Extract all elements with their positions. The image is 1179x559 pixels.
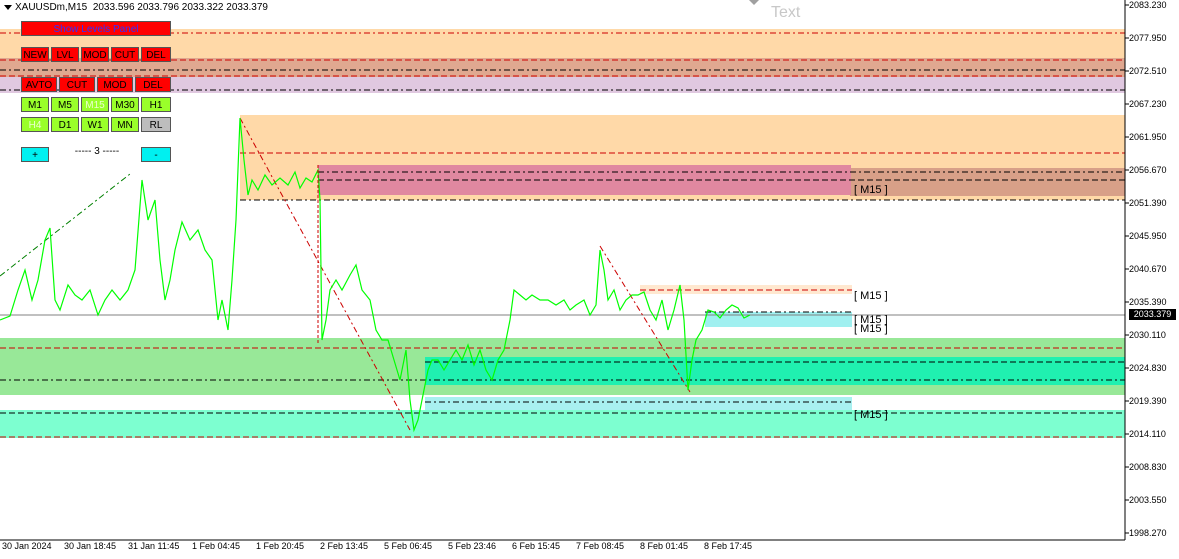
tf-m15-button[interactable]: M15	[81, 97, 109, 112]
demand-zone-teal	[425, 357, 1125, 385]
mod2-button[interactable]: MOD	[97, 77, 133, 92]
price-tick-label: 2003.550	[1129, 495, 1167, 505]
time-tick-label: 31 Jan 11:45	[128, 541, 180, 551]
show-levels-panel-button[interactable]: Show Levels Panel	[21, 21, 171, 36]
zone-label: [ M15 ]	[854, 409, 888, 421]
symbol-label: XAUUSDm,M15	[15, 2, 88, 13]
price-tick-label: 2061.950	[1129, 132, 1167, 142]
time-tick-label: 8 Feb 17:45	[704, 541, 753, 551]
plus-button[interactable]: +	[21, 147, 49, 162]
current-price-badge: 2033.379	[1129, 309, 1176, 320]
zone-label: [ M15 ]	[854, 323, 888, 335]
time-tick-label: 7 Feb 08:45	[576, 541, 625, 551]
price-tick-label: 2072.510	[1129, 66, 1167, 76]
cut-button[interactable]: CUT	[111, 47, 139, 62]
time-tick-label: 30 Jan 18:45	[64, 541, 117, 551]
mod-button[interactable]: MOD	[81, 47, 109, 62]
price-chart[interactable]	[0, 0, 1179, 559]
tf-mn-button[interactable]: MN	[111, 117, 139, 132]
time-tick-label: 2 Feb 13:45	[320, 541, 369, 551]
tf-w1-button[interactable]: W1	[81, 117, 109, 132]
time-tick-label: 30 Jan 2024	[2, 541, 52, 551]
price-tick-label: 2024.830	[1129, 363, 1167, 373]
new-button[interactable]: NEW	[21, 47, 49, 62]
del2-button[interactable]: DEL	[135, 77, 171, 92]
price-tick-label: 2019.390	[1129, 396, 1167, 406]
price-tick-label: 2030.110	[1129, 330, 1166, 340]
rl-button[interactable]: RL	[141, 117, 171, 132]
lvl-button[interactable]: LVL	[51, 47, 79, 62]
price-tick-label: 2035.390	[1129, 297, 1167, 307]
tf-h4-button[interactable]: H4	[21, 117, 49, 132]
tf-m5-button[interactable]: M5	[51, 97, 79, 112]
zone-label: [ M15 ]	[854, 290, 888, 302]
price-tick-label: 2067.230	[1129, 99, 1167, 109]
avto-button[interactable]: AVTO	[21, 77, 57, 92]
price-tick-label: 2051.390	[1129, 198, 1167, 208]
minus-button[interactable]: -	[141, 147, 171, 162]
chart-header: XAUUSDm,M15 2033.596 2033.796 2033.322 2…	[4, 2, 268, 13]
tf-m1-button[interactable]: M1	[21, 97, 49, 112]
tf-d1-button[interactable]: D1	[51, 117, 79, 132]
price-tick-label: 2056.670	[1129, 165, 1167, 175]
price-tick-label: 2008.830	[1129, 462, 1167, 472]
time-tick-label: 1 Feb 04:45	[192, 541, 241, 551]
price-tick-label: 2014.110	[1129, 429, 1166, 439]
demand-zone-cyan-small	[705, 312, 852, 327]
price-tick-label: 2045.950	[1129, 231, 1167, 241]
time-tick-label: 5 Feb 23:46	[448, 541, 497, 551]
level-counter: ----- 3 -----	[74, 146, 120, 157]
price-tick-label: 2083.230	[1129, 0, 1167, 10]
zone-label: [ M15 ]	[854, 184, 888, 196]
price-tick-label: 2040.670	[1129, 264, 1167, 274]
tf-m30-button[interactable]: M30	[111, 97, 139, 112]
time-tick-label: 5 Feb 06:45	[384, 541, 433, 551]
tf-h1-button[interactable]: H1	[141, 97, 171, 112]
ohlc-label: 2033.596 2033.796 2033.322 2033.379	[92, 2, 268, 13]
demand-zone-mint	[0, 410, 1125, 438]
chart-menu-icon[interactable]	[4, 4, 12, 10]
time-tick-label: 1 Feb 20:45	[256, 541, 305, 551]
time-tick-label: 6 Feb 15:45	[512, 541, 561, 551]
price-tick-label: 1998.270	[1129, 528, 1167, 538]
watermark-text: Text	[771, 4, 801, 21]
collapse-icon	[749, 0, 759, 5]
price-tick-label: 2077.950	[1129, 33, 1167, 43]
time-tick-label: 8 Feb 01:45	[640, 541, 689, 551]
cut2-button[interactable]: CUT	[59, 77, 95, 92]
del-button[interactable]: DEL	[141, 47, 171, 62]
